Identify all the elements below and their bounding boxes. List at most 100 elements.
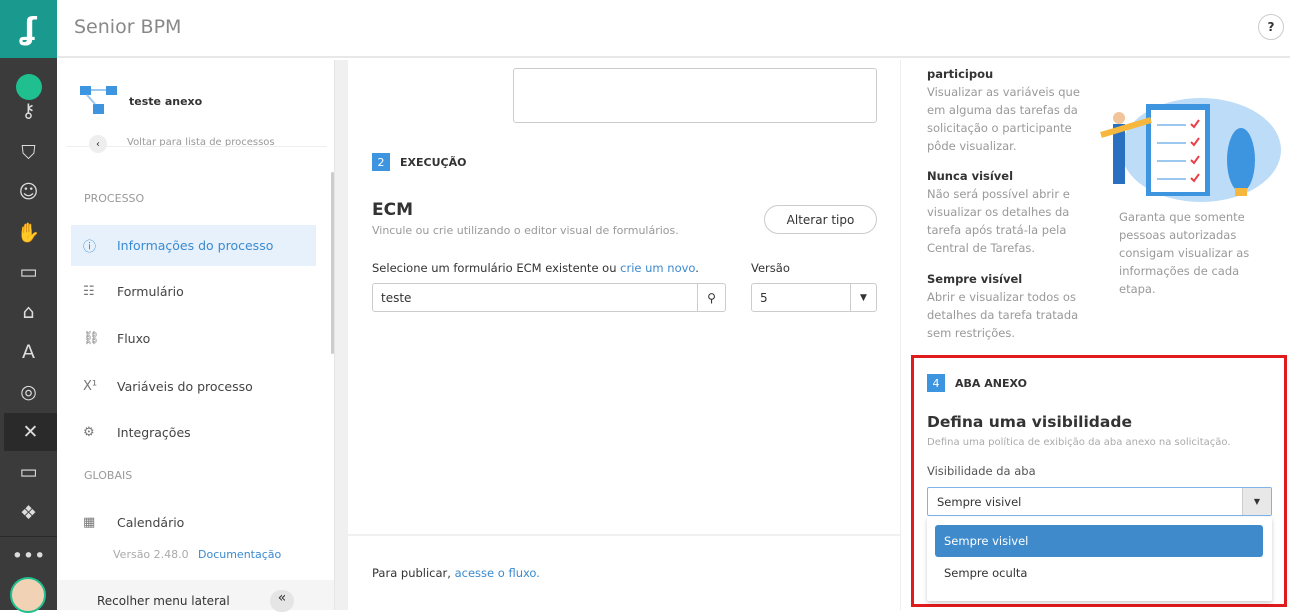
selected-value: Sempre visivel	[937, 494, 1022, 509]
never-title: Nunca visível	[927, 169, 1014, 183]
more-label: •••	[11, 544, 46, 567]
publish-text: Para publicar,	[372, 566, 455, 580]
app-rail: ʆ ⚷ ⛉ ☺ ✋ ▭ ⌂ A ◎ ✕ ▭ ❖ •••	[0, 0, 57, 613]
form-label-text: Selecione um formulário ECM existente ou	[372, 261, 621, 275]
section-global: GLOBAIS	[84, 469, 133, 482]
target-icon[interactable]: ◎	[0, 373, 57, 411]
form-label: Selecione um formulário ECM existente ou…	[372, 261, 699, 275]
content-gutter	[335, 60, 348, 610]
gears-icon: ⚙	[83, 425, 95, 440]
forklift-icon[interactable]: A	[0, 333, 57, 371]
sidebar-item-info[interactable]: ⓘ Informações do processo	[71, 225, 316, 266]
top-header	[57, 0, 1290, 58]
illustration-caption: Garanta que somente pessoas autorizadas …	[1119, 210, 1250, 296]
collapse-menu-button[interactable]: Recolher menu lateral «	[57, 580, 334, 612]
option-always-visible[interactable]: Sempre visivel	[935, 525, 1263, 557]
execution-header: 2 EXECUÇÃO	[372, 153, 466, 171]
partial-visibility-info: participou Visualizar as variáveis que em…	[927, 65, 1087, 155]
process-sidebar: teste anexo ‹ Voltar para lista de proce…	[57, 60, 335, 612]
handshake-icon[interactable]: ✋	[0, 213, 57, 251]
app-title: Senior BPM	[74, 16, 182, 38]
version-select[interactable]: 5 ▼	[751, 283, 877, 312]
sidebar-item-label: Informações do processo	[117, 238, 274, 253]
form-icon: ☷	[83, 284, 95, 299]
never-visible-info: Nunca visível Não será possível abrir e v…	[927, 167, 1087, 257]
shield-icon[interactable]: ⛉	[0, 134, 57, 172]
checklist-illustration	[1100, 98, 1281, 202]
sidebar-item-calendar[interactable]: ▦ Calendário	[71, 502, 316, 543]
double-chevron-left-icon: «	[270, 590, 294, 612]
help-button[interactable]: ?	[1258, 14, 1284, 40]
type-title: ECM	[372, 200, 414, 220]
chevron-left-icon: ‹	[96, 138, 100, 150]
sidebar-item-label: Fluxo	[117, 331, 151, 346]
briefcase-icon[interactable]: ▭	[0, 253, 57, 291]
sidebar-item-label: Integrações	[117, 425, 191, 440]
section-heading: ABA ANEXO	[955, 376, 1027, 390]
partial-desc: Visualizar as variáveis que em alguma da…	[927, 85, 1080, 153]
sidebar-item-label: Formulário	[117, 284, 184, 299]
senior-logo-icon[interactable]: ʆ	[0, 0, 57, 58]
partial-title: participou	[927, 67, 994, 81]
variable-icon: X¹	[83, 379, 98, 394]
option-label: Sempre oculta	[944, 566, 1028, 580]
sidebar-item-integrations[interactable]: ⚙ Integrações	[71, 412, 316, 453]
sidebar-item-form[interactable]: ☷ Formulário	[71, 271, 316, 312]
step-badge: 2	[372, 153, 390, 171]
back-button[interactable]: ‹	[89, 135, 107, 153]
collapse-label: Recolher menu lateral	[97, 594, 230, 608]
sidebar-item-label: Calendário	[117, 515, 185, 530]
change-type-label: Alterar tipo	[786, 212, 855, 227]
option-label: Sempre visivel	[944, 534, 1029, 548]
search-icon[interactable]: ⚲	[697, 284, 725, 311]
key-icon[interactable]: ⚷	[0, 100, 57, 122]
version-value: 5	[760, 290, 768, 305]
backpack-icon[interactable]: ⌂	[0, 293, 57, 331]
documentation-label: Documentação	[198, 548, 282, 561]
sidebar-item-variables[interactable]: X¹ Variáveis do processo	[71, 366, 316, 407]
visibility-dropdown: Sempre visivel Sempre oculta	[927, 517, 1272, 601]
version-label: Versão	[751, 261, 790, 275]
sidebar-item-flow[interactable]: ⛓ Fluxo	[71, 318, 316, 359]
form-value: teste	[381, 290, 412, 305]
sidebar-item-label: Variáveis do processo	[117, 379, 253, 394]
never-desc: Não será possível abrir e visualizar os …	[927, 187, 1070, 255]
chevron-down-icon[interactable]: ▼	[1242, 488, 1271, 515]
change-type-button[interactable]: Alterar tipo	[764, 205, 877, 234]
always-visible-info: Sempre visível Abrir e visualizar todos o…	[927, 270, 1087, 342]
flow-icon: ⛓	[83, 331, 100, 346]
team-icon[interactable]: ☺	[0, 173, 57, 211]
monitor-icon[interactable]: ▭	[0, 453, 57, 491]
section-process: PROCESSO	[84, 192, 145, 205]
step-badge: 4	[927, 374, 945, 392]
type-description: Vincule ou crie utilizando o editor visu…	[372, 224, 679, 237]
calendar-icon: ▦	[83, 515, 96, 530]
attachment-description: Defina uma política de exibição da aba a…	[927, 437, 1231, 448]
visibility-label: Visibilidade da aba	[927, 464, 1036, 478]
option-always-hidden[interactable]: Sempre oculta	[944, 566, 1027, 580]
info-icon: ⓘ	[83, 240, 97, 255]
x-icon[interactable]: ✕	[4, 413, 57, 451]
more-icon[interactable]: •••	[0, 536, 57, 574]
always-desc: Abrir e visualizar todos os detalhes da …	[927, 290, 1079, 340]
help-icon: ?	[1267, 20, 1275, 34]
visibility-select[interactable]: Sempre visivel ▼	[927, 487, 1272, 516]
process-flow-icon	[80, 86, 117, 114]
access-flow-link[interactable]: acesse o fluxo.	[455, 566, 540, 580]
description-textarea[interactable]	[513, 68, 877, 123]
main-content: 2 EXECUÇÃO ECM Vincule ou crie utilizand…	[348, 60, 900, 535]
chevron-down-icon: ▼	[850, 284, 876, 311]
divider	[67, 146, 327, 147]
attachment-title: Defina uma visibilidade	[927, 413, 1132, 431]
version-text: Versão 2.48.0	[113, 548, 189, 561]
avatar[interactable]	[10, 577, 46, 613]
create-new-link[interactable]: crie um novo	[620, 261, 695, 275]
process-name: teste anexo	[129, 95, 203, 108]
sidebar-scrollbar[interactable]	[331, 172, 334, 354]
documentation-link[interactable]: Documentação	[198, 548, 281, 561]
attachment-header: 4 ABA ANEXO	[927, 374, 1027, 392]
publish-footer: Para publicar, acesse o fluxo.	[372, 566, 540, 580]
footer-divider	[348, 534, 900, 536]
cube-icon[interactable]: ❖	[0, 494, 57, 532]
form-search-input[interactable]: teste ⚲	[372, 283, 726, 312]
